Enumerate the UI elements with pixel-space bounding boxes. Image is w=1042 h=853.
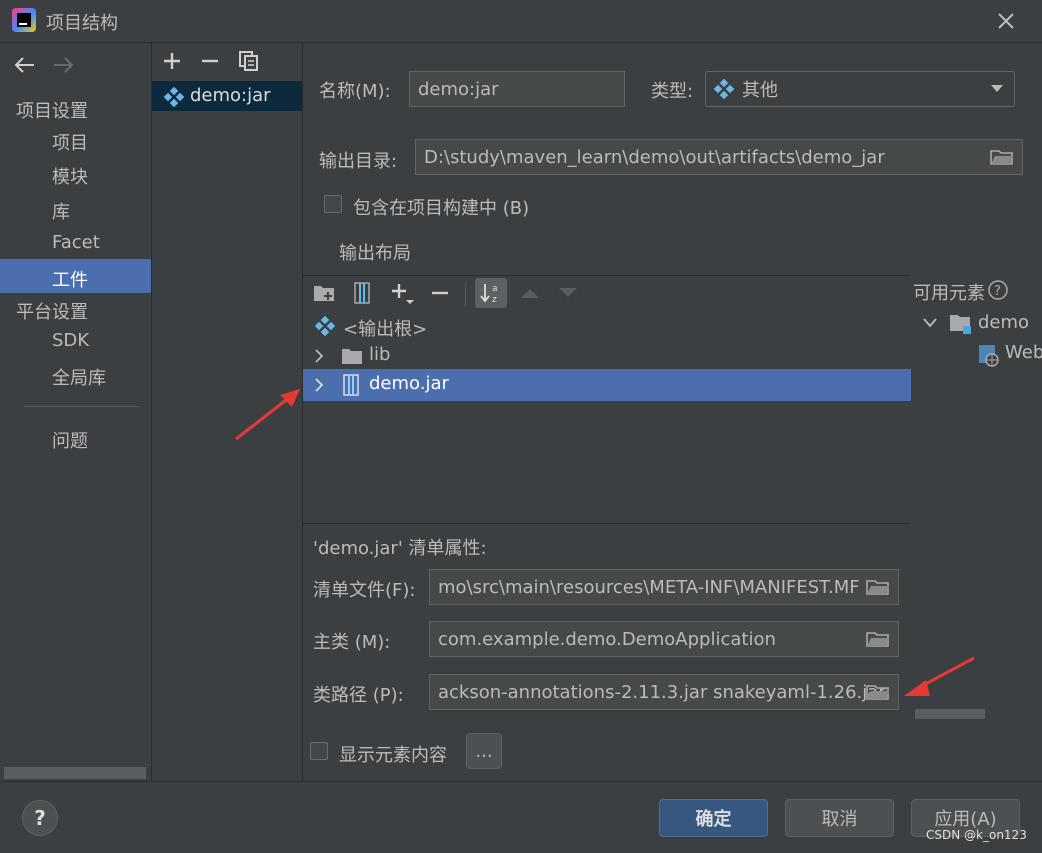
sidebar-item-modules[interactable]: 模块 (52, 163, 88, 189)
sidebar-item-libraries[interactable]: 库 (52, 198, 70, 224)
ellipsis-button[interactable]: ... (466, 733, 502, 769)
sidebar-item-project[interactable]: 项目 (52, 129, 88, 155)
copy-icon[interactable] (238, 50, 260, 76)
sidebar-item-global-libraries[interactable]: 全局库 (52, 364, 106, 390)
back-icon[interactable] (12, 55, 36, 79)
name-label: 名称(M): (319, 81, 391, 102)
type-select-value: 其他 (742, 80, 778, 101)
tree-item-output-root[interactable]: <输出根> (303, 311, 911, 341)
available-web-label[interactable]: Web (1005, 342, 1042, 363)
type-select[interactable]: 其他 (705, 71, 1015, 107)
type-label: 类型: (651, 81, 694, 102)
type-diamond-icon (714, 79, 734, 99)
artifact-item-label: demo:jar (190, 85, 271, 106)
web-icon (979, 345, 999, 367)
classpath-folder-icon[interactable] (864, 679, 892, 705)
sidebar-item-artifacts-label: 工件 (52, 270, 88, 291)
main-class-label: 主类 (M): (313, 632, 391, 653)
chevron-down-icon[interactable] (923, 317, 937, 329)
layout-toolbar: az (303, 275, 911, 310)
close-icon[interactable] (994, 9, 1018, 33)
tab-output-layout[interactable]: 输出布局 (339, 239, 411, 265)
manifest-file-folder-icon[interactable] (864, 574, 892, 600)
show-content-label: 显示元素内容 (339, 745, 447, 766)
sort-icon[interactable]: az (475, 278, 507, 308)
chevron-right-icon[interactable] (313, 378, 325, 392)
manifest-file-value: mo\src\main\resources\META-INF\MANIFEST.… (438, 576, 860, 598)
archive-icon[interactable] (349, 280, 375, 306)
app-logo-icon (12, 8, 36, 32)
svg-text:z: z (492, 295, 497, 305)
output-dir-value: D:\study\maven_learn\demo\out\artifacts\… (424, 146, 885, 168)
sidebar-scrollbar[interactable] (4, 767, 146, 779)
include-in-build-label: 包含在项目构建中 (B) (353, 198, 530, 219)
module-folder-icon (950, 315, 971, 334)
output-dir-folder-icon[interactable] (988, 144, 1016, 170)
sidebar-divider (24, 406, 140, 407)
classpath-value: ackson-annotations-2.11.3.jar snakeyaml-… (438, 681, 886, 703)
artifact-diamond-icon (164, 87, 184, 107)
toolbar-separator (465, 282, 466, 306)
jar-icon (343, 374, 359, 396)
remove-icon[interactable] (200, 51, 220, 75)
section-platform-settings: 平台设置 (16, 302, 88, 323)
manifest-heading: 'demo.jar' 清单属性: (313, 538, 487, 559)
chevron-right-icon[interactable] (313, 349, 325, 363)
output-tree: <输出根> lib demo.jar (303, 309, 911, 524)
output-dir-field[interactable]: D:\study\maven_learn\demo\out\artifacts\… (415, 139, 1023, 175)
sidebar-item-sdk[interactable]: SDK (52, 330, 89, 351)
svg-text:?: ? (994, 284, 1001, 299)
svg-text:a: a (492, 284, 498, 294)
cancel-button[interactable]: 取消 (785, 799, 894, 837)
help-button-label: ? (34, 806, 46, 830)
output-dir-label: 输出目录: (319, 151, 398, 172)
artifact-item-demo-jar[interactable]: demo:jar (152, 81, 302, 111)
add-icon[interactable] (162, 51, 182, 75)
remove-element-icon[interactable] (427, 280, 453, 306)
sidebar-item-artifacts[interactable]: 工件 (0, 259, 151, 293)
move-up-icon[interactable] (517, 280, 543, 306)
tree-item-output-root-label: <输出根> (343, 319, 428, 340)
name-field[interactable]: demo:jar (409, 71, 625, 107)
manifest-file-label: 清单文件(F): (313, 580, 416, 601)
tree-item-demo-jar-label: demo.jar (369, 373, 449, 394)
sidebar-item-problems[interactable]: 问题 (52, 427, 88, 453)
output-root-diamond-icon (315, 316, 335, 336)
sidebar: 项目设置 项目 模块 库 Facet 工件 平台设置 SDK 全局库 问题 (0, 43, 152, 781)
sidebar-item-facet[interactable]: Facet (52, 232, 100, 253)
help-icon[interactable]: ? (987, 279, 1009, 301)
tree-item-demo-jar[interactable]: demo.jar (303, 369, 911, 401)
watermark: CSDN @k_on123 (926, 828, 1027, 842)
manifest-file-field[interactable]: mo\src\main\resources\META-INF\MANIFEST.… (429, 569, 899, 605)
main-class-field[interactable]: com.example.demo.DemoApplication (429, 621, 899, 657)
chevron-down-icon (991, 85, 1003, 92)
available-elements-title: 可用元素 (913, 283, 985, 304)
include-in-build-checkbox[interactable] (324, 195, 342, 213)
ok-button[interactable]: 确定 (659, 799, 768, 837)
new-directory-icon[interactable] (311, 280, 337, 306)
available-scrollbar[interactable] (915, 709, 985, 719)
main-class-folder-icon[interactable] (864, 626, 892, 652)
title-bar: 项目结构 (0, 0, 1042, 43)
footer: ? 确定 取消 应用(A) CSDN @k_on123 (0, 781, 1042, 853)
folder-icon (342, 349, 362, 364)
available-demo-label[interactable]: demo (978, 312, 1029, 333)
classpath-field[interactable]: ackson-annotations-2.11.3.jar snakeyaml-… (429, 674, 899, 710)
add-copy-icon[interactable] (389, 280, 415, 306)
help-button[interactable]: ? (22, 800, 58, 836)
forward-icon[interactable] (52, 55, 76, 79)
show-content-checkbox[interactable] (310, 742, 328, 760)
main-class-value: com.example.demo.DemoApplication (438, 628, 776, 650)
classpath-label: 类路径 (P): (313, 685, 404, 706)
move-down-icon[interactable] (555, 280, 581, 306)
annotation-arrow-icon (235, 389, 300, 441)
annotation-arrow-icon (904, 656, 975, 696)
window-title: 项目结构 (46, 13, 118, 34)
section-project-settings: 项目设置 (16, 101, 88, 122)
tree-item-lib[interactable]: lib (303, 341, 911, 371)
tree-item-lib-label: lib (369, 344, 391, 365)
